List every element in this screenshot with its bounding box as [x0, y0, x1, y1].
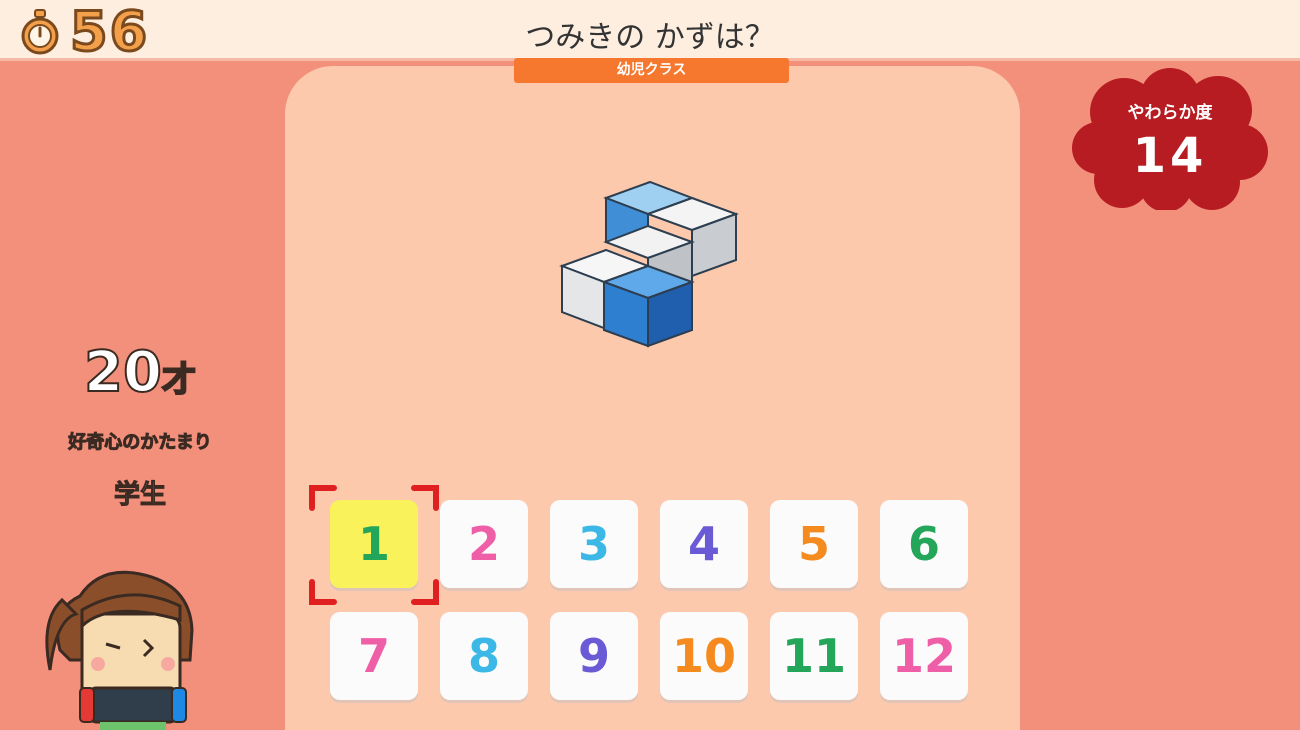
- answer-button-1[interactable]: 1: [330, 500, 418, 588]
- answer-button-9[interactable]: 9: [550, 612, 638, 700]
- player-job: 学生: [113, 480, 166, 511]
- answer-button-5[interactable]: 5: [770, 500, 858, 588]
- answer-button-3[interactable]: 3: [550, 500, 638, 588]
- stacked-blocks-image: [559, 180, 739, 348]
- answer-button-6[interactable]: 6: [880, 500, 968, 588]
- softness-value: 14: [1132, 128, 1208, 184]
- softness-label: やわらか度: [1127, 103, 1213, 123]
- player-avatar: [45, 570, 194, 730]
- answer-button-7[interactable]: 7: [330, 612, 418, 700]
- age-value: 20: [83, 339, 163, 406]
- block-cube: [601, 264, 695, 348]
- answer-button-10[interactable]: 10: [660, 612, 748, 700]
- player-age: 20才: [40, 339, 240, 406]
- answer-button-4[interactable]: 4: [660, 500, 748, 588]
- question-text: つみきの かずは？: [525, 20, 775, 55]
- player-persona: 好奇心のかたまり: [68, 432, 212, 454]
- answer-button-8[interactable]: 8: [440, 612, 528, 700]
- answer-button-2[interactable]: 2: [440, 500, 528, 588]
- class-badge: 幼児クラス: [514, 58, 789, 83]
- answer-button-12[interactable]: 12: [880, 612, 968, 700]
- answer-button-11[interactable]: 11: [770, 612, 858, 700]
- age-unit: 才: [161, 359, 197, 401]
- answer-grid: 1 2 3 4 5 6 7 8 9 10 11 12: [330, 500, 990, 710]
